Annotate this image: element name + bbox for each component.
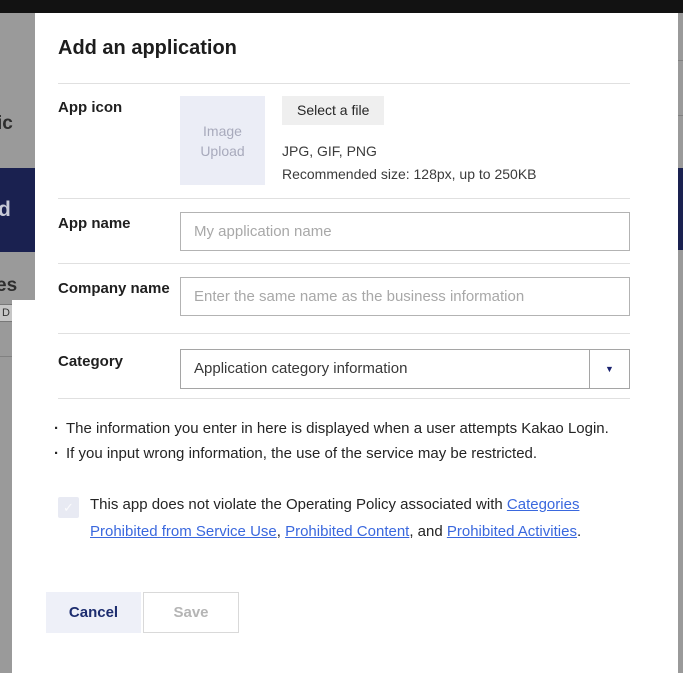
link-prohibited-content[interactable]: Prohibited Content	[285, 523, 409, 540]
bullet-icon: ·	[54, 441, 66, 466]
backdrop-divider	[0, 356, 12, 357]
backdrop-table-row-fragment: D	[0, 304, 12, 322]
screen: Add an application App icon Image Upload…	[0, 0, 683, 673]
save-button[interactable]: Save	[143, 592, 239, 633]
cancel-button[interactable]: Cancel	[46, 592, 141, 633]
policy-separator: , and	[409, 523, 447, 540]
divider	[58, 333, 630, 334]
policy-checkbox[interactable]: ✓	[58, 497, 79, 518]
app-name-input[interactable]	[180, 212, 630, 251]
backdrop-text-fragment: es	[0, 275, 17, 297]
add-application-modal: Add an application App icon Image Upload…	[12, 13, 678, 673]
info-notes: · The information you enter in here is d…	[54, 416, 630, 466]
divider	[58, 398, 630, 399]
backdrop-text-fragment: d	[0, 198, 11, 222]
image-upload-dropzone[interactable]: Image Upload	[180, 96, 265, 185]
divider	[58, 83, 630, 84]
policy-text-after: .	[577, 523, 581, 540]
backdrop-navy-banner	[678, 168, 683, 250]
company-name-label: Company name	[58, 278, 170, 300]
backdrop-left-strip: ic d es	[0, 13, 35, 300]
category-label: Category	[58, 351, 123, 373]
backdrop-text-fragment: ic	[0, 113, 13, 135]
backdrop-divider	[678, 115, 683, 116]
backdrop-left-edge: D	[0, 300, 12, 673]
note-line: · If you input wrong information, the us…	[54, 441, 630, 466]
chevron-down-icon[interactable]: ▼	[589, 350, 629, 388]
divider	[58, 198, 630, 199]
policy-text-before: This app does not violate the Operating …	[90, 496, 507, 513]
app-icon-label: App icon	[58, 97, 122, 119]
category-select[interactable]: Application category information ▼	[180, 349, 630, 389]
company-name-input[interactable]	[180, 277, 630, 316]
note-line: · The information you enter in here is d…	[54, 416, 630, 441]
image-upload-placeholder: Image Upload	[190, 121, 255, 161]
note-text: If you input wrong information, the use …	[66, 441, 537, 466]
backdrop-right-edge	[678, 13, 683, 673]
checkmark-icon: ✓	[63, 500, 74, 516]
divider	[58, 263, 630, 264]
file-formats-hint: JPG, GIF, PNG	[282, 140, 377, 162]
recommended-size-hint: Recommended size: 128px, up to 250KB	[282, 163, 537, 185]
note-text: The information you enter in here is dis…	[66, 416, 609, 441]
policy-separator: ,	[277, 523, 285, 540]
category-selected-value: Application category information	[181, 350, 589, 388]
modal-title: Add an application	[58, 35, 237, 61]
backdrop-top-bar	[0, 0, 683, 13]
link-prohibited-activities[interactable]: Prohibited Activities	[447, 523, 577, 540]
backdrop-navy-banner: d	[0, 168, 35, 252]
app-name-label: App name	[58, 213, 131, 235]
select-file-button[interactable]: Select a file	[282, 96, 384, 125]
policy-statement: This app does not violate the Operating …	[90, 491, 635, 545]
bullet-icon: ·	[54, 416, 66, 441]
backdrop-divider	[678, 60, 683, 61]
